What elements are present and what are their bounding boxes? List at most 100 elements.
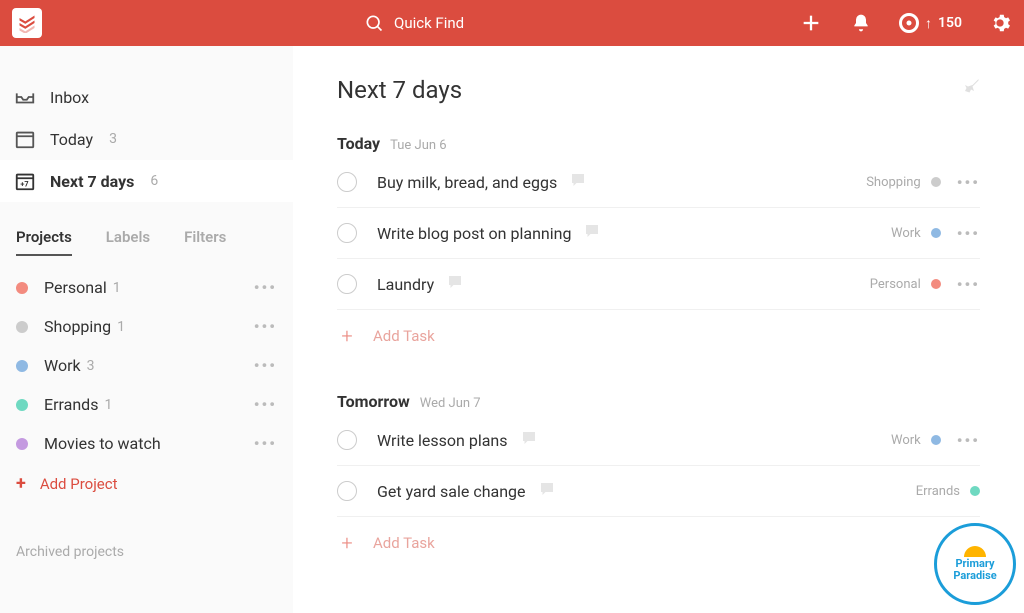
project-color-icon xyxy=(16,282,28,294)
task-name: Get yard sale change xyxy=(377,482,526,501)
karma-button[interactable]: ↑ 150 xyxy=(899,13,962,33)
project-count: 1 xyxy=(117,319,125,335)
comment-icon[interactable] xyxy=(583,222,601,244)
task-name: Write blog post on planning xyxy=(377,224,571,243)
topbar: Quick Find ↑ 150 xyxy=(0,0,1024,46)
app-logo[interactable] xyxy=(12,8,42,38)
add-task-button[interactable]: + Add Task xyxy=(337,517,980,579)
day-label: Tomorrow xyxy=(337,392,410,411)
nav-today[interactable]: Today 3 xyxy=(0,118,293,160)
task-checkbox[interactable] xyxy=(337,430,357,450)
sidebar-tabs: Projects Labels Filters xyxy=(16,228,293,256)
project-item[interactable]: Errands1••• xyxy=(0,385,293,424)
task-checkbox[interactable] xyxy=(337,172,357,192)
task-project-color-icon xyxy=(931,177,941,187)
nav-next7[interactable]: +7 Next 7 days 6 xyxy=(0,160,293,202)
nav-next7-count: 6 xyxy=(150,173,158,189)
karma-points: 150 xyxy=(938,15,962,31)
nav-today-count: 3 xyxy=(109,131,117,147)
add-project-button[interactable]: + Add Project xyxy=(0,463,293,504)
nav-next7-label: Next 7 days xyxy=(50,172,134,191)
sidebar: Inbox Today 3 +7 Next 7 days 6 Projects … xyxy=(0,46,293,613)
project-name: Movies to watch xyxy=(44,434,161,453)
comment-icon[interactable] xyxy=(446,273,464,295)
comment-icon[interactable] xyxy=(569,171,587,193)
add-icon[interactable] xyxy=(799,11,823,35)
search-icon xyxy=(364,13,384,33)
karma-icon xyxy=(899,13,919,33)
task-project-color-icon xyxy=(931,228,941,238)
nav-today-label: Today xyxy=(50,130,93,149)
project-name: Errands xyxy=(44,395,98,414)
day-label: Today xyxy=(337,134,380,153)
notifications-icon[interactable] xyxy=(849,11,873,35)
tab-projects[interactable]: Projects xyxy=(16,228,72,256)
project-menu-icon[interactable]: ••• xyxy=(254,317,277,336)
add-task-label: Add Task xyxy=(373,534,435,552)
svg-text:+7: +7 xyxy=(20,180,28,189)
day-date: Wed Jun 7 xyxy=(420,396,481,411)
view-settings-icon[interactable] xyxy=(962,79,980,101)
project-count: 3 xyxy=(87,358,95,374)
today-icon xyxy=(14,128,36,150)
project-color-icon xyxy=(16,438,28,450)
page-title: Next 7 days xyxy=(337,76,462,104)
task-project-label: Errands xyxy=(916,484,960,499)
task-checkbox[interactable] xyxy=(337,223,357,243)
project-count: 1 xyxy=(113,280,121,296)
project-menu-icon[interactable]: ••• xyxy=(254,395,277,414)
project-item[interactable]: Work 3 ••• xyxy=(0,346,293,385)
task-row[interactable]: Laundry Personal ••• xyxy=(337,259,980,310)
projects-list: Personal1•••Shopping1•••Work3•••Errands1… xyxy=(0,268,293,463)
task-row[interactable]: Get yard sale change Errands xyxy=(337,466,980,517)
tab-filters[interactable]: Filters xyxy=(184,228,226,256)
task-project-color-icon xyxy=(931,279,941,289)
task-checkbox[interactable] xyxy=(337,274,357,294)
add-task-label: Add Task xyxy=(373,327,435,345)
task-checkbox[interactable] xyxy=(337,481,357,501)
project-name: Shopping xyxy=(44,317,111,336)
inbox-icon xyxy=(14,86,36,108)
task-menu-icon[interactable]: ••• xyxy=(957,431,980,450)
task-name: Laundry xyxy=(377,275,434,294)
day-section: TodayTue Jun 6Buy milk, bread, and eggsS… xyxy=(337,134,980,372)
plus-icon: + xyxy=(337,531,357,555)
tab-labels[interactable]: Labels xyxy=(106,228,150,256)
project-item[interactable]: Personal 1 ••• xyxy=(0,268,293,307)
comment-icon[interactable] xyxy=(520,429,538,451)
archived-projects-link[interactable]: Archived projects xyxy=(0,504,293,560)
task-project-label: Shopping xyxy=(866,175,921,190)
task-project-color-icon xyxy=(970,486,980,496)
nav-inbox[interactable]: Inbox xyxy=(0,76,293,118)
nav-inbox-label: Inbox xyxy=(50,88,89,107)
search-placeholder: Quick Find xyxy=(394,14,464,32)
add-task-button[interactable]: +Add Task xyxy=(337,310,980,372)
comment-icon[interactable] xyxy=(538,480,556,502)
project-item[interactable]: Shopping 1 ••• xyxy=(0,307,293,346)
project-menu-icon[interactable]: ••• xyxy=(254,278,277,297)
settings-icon[interactable] xyxy=(988,11,1012,35)
project-color-icon xyxy=(16,360,28,372)
top-actions: ↑ 150 xyxy=(799,11,1012,35)
karma-arrow: ↑ xyxy=(925,15,932,32)
task-project-color-icon xyxy=(931,435,941,445)
next7-icon: +7 xyxy=(14,170,36,192)
project-color-icon xyxy=(16,321,28,333)
task-menu-icon[interactable]: ••• xyxy=(957,224,980,243)
task-menu-icon[interactable]: ••• xyxy=(957,275,980,294)
project-name: Work xyxy=(44,356,81,375)
task-project-label: Personal xyxy=(870,277,921,292)
add-project-label: Add Project xyxy=(40,475,118,493)
project-menu-icon[interactable]: ••• xyxy=(254,356,277,375)
task-row[interactable]: Write blog post on planningWork••• xyxy=(337,208,980,259)
task-project-label: Work xyxy=(891,433,921,448)
search-area[interactable]: Quick Find xyxy=(364,13,799,33)
project-item[interactable]: Movies to watch ••• xyxy=(0,424,293,463)
task-row[interactable]: Write lesson plans Work ••• xyxy=(337,415,980,466)
task-name: Buy milk, bread, and eggs xyxy=(377,173,557,192)
project-name: Personal xyxy=(44,278,107,297)
task-menu-icon[interactable]: ••• xyxy=(957,173,980,192)
project-menu-icon[interactable]: ••• xyxy=(254,434,277,453)
task-name: Write lesson plans xyxy=(377,431,508,450)
task-row[interactable]: Buy milk, bread, and eggs Shopping ••• xyxy=(337,157,980,208)
